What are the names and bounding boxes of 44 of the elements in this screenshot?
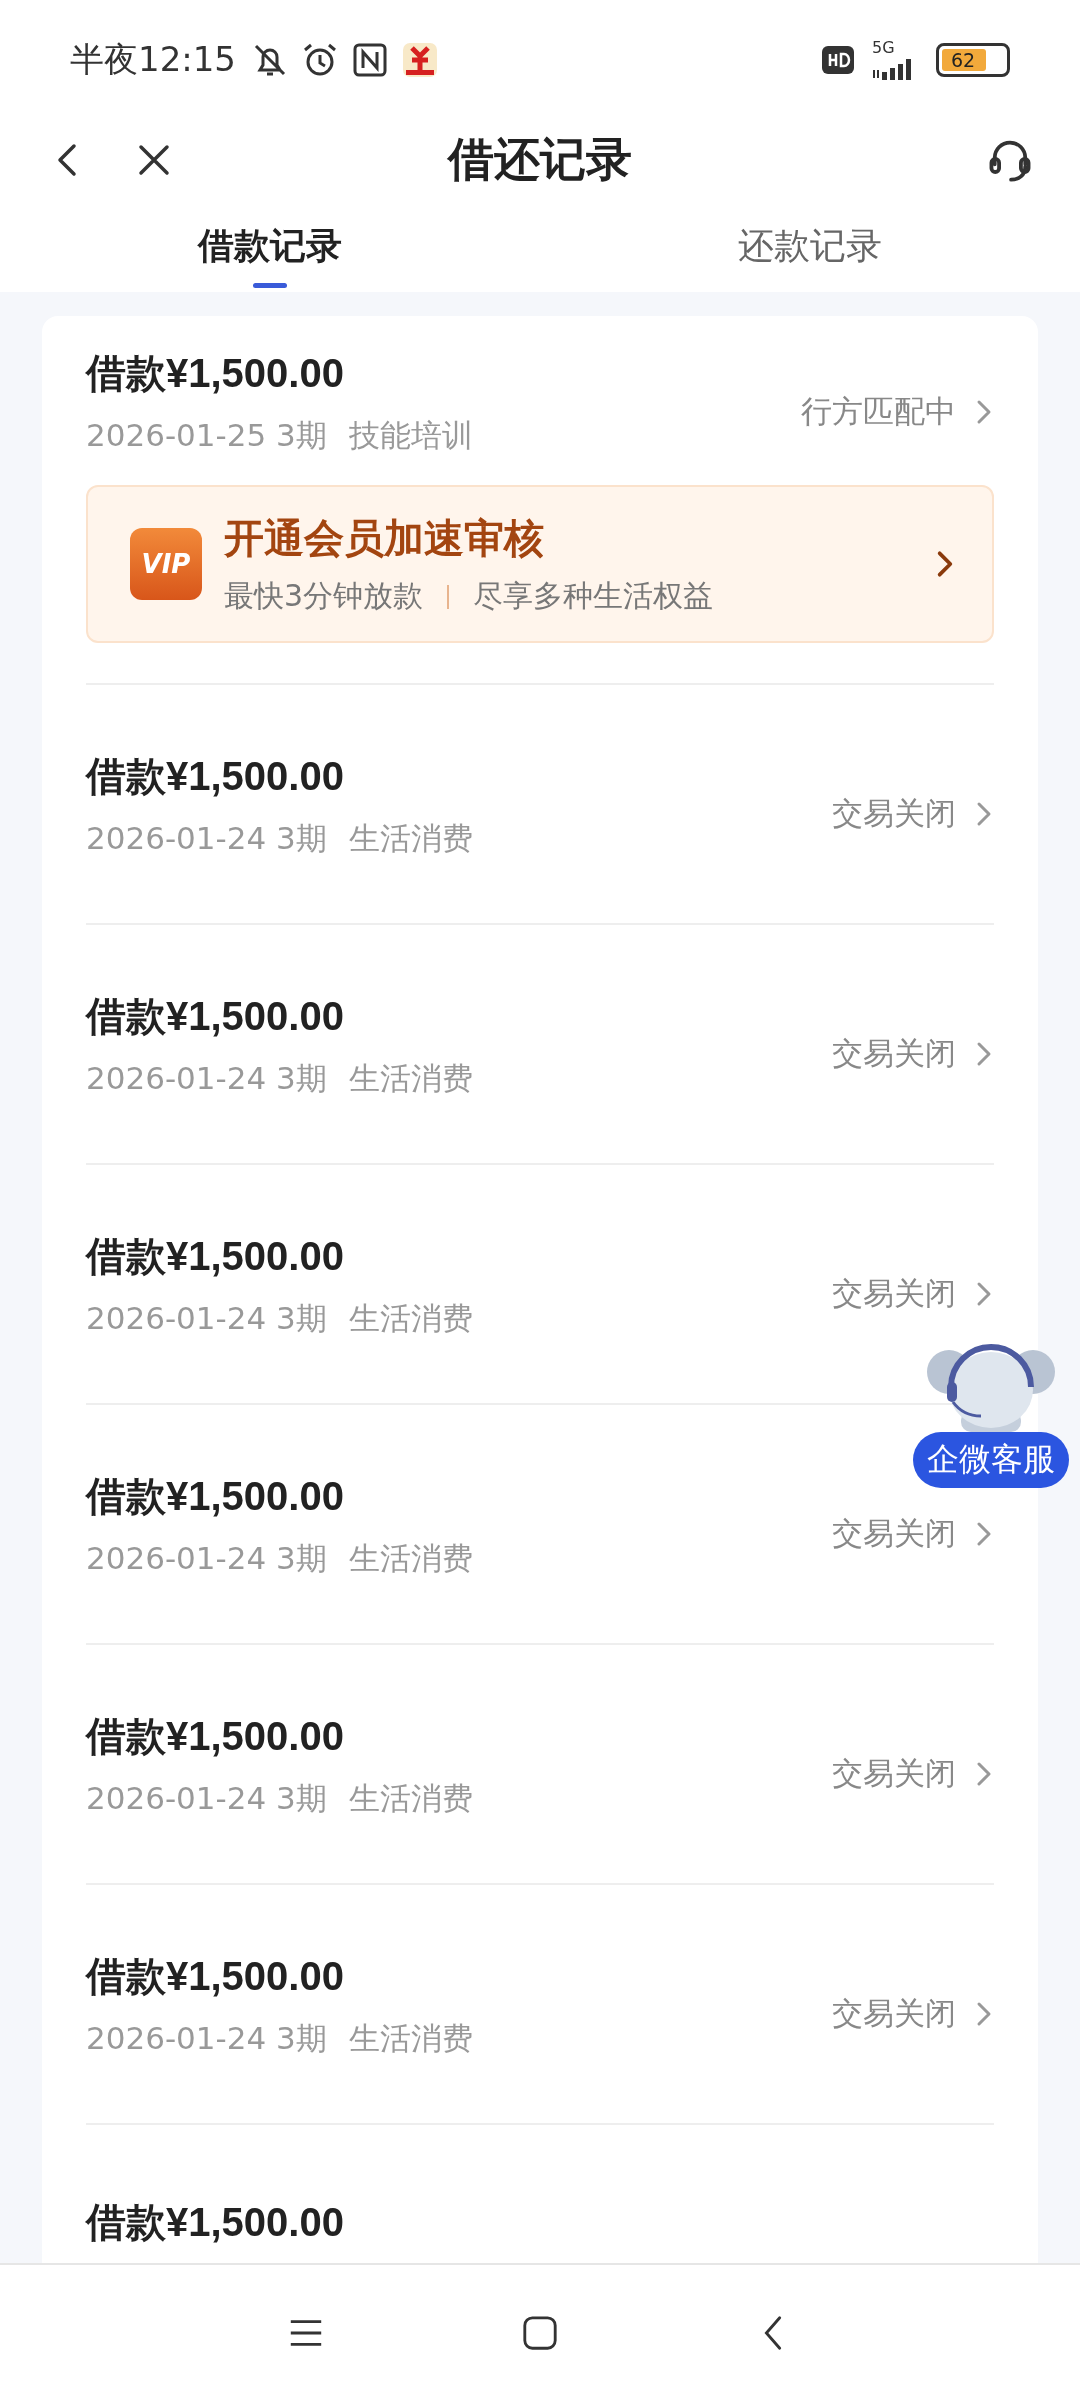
loan-purpose: 生活消费: [348, 1778, 473, 1818]
loan-purpose: 生活消费: [348, 1538, 473, 1578]
loan-date: 2026-01-25 3期: [86, 416, 327, 455]
loan-status[interactable]: 交易关闭: [832, 793, 956, 835]
loan-amount: 借款¥1,500.00: [86, 1472, 345, 1520]
loan-amount: 借款¥1,500.00: [86, 1952, 345, 2000]
loan-status[interactable]: 交易关闭: [832, 1753, 956, 1795]
page-title: 借还记录: [448, 131, 632, 188]
status-time: 半夜12:15: [70, 38, 236, 81]
promo-benefit: 尽享多种生活权益: [473, 577, 714, 615]
loan-amount: 借款¥1,500.00: [86, 752, 345, 800]
loan-purpose: 生活消费: [348, 2018, 473, 2058]
hd-icon: [822, 46, 854, 74]
tab[interactable]: 借款记录: [198, 221, 342, 271]
tab[interactable]: 还款记录: [738, 221, 882, 271]
battery-icon: 62: [936, 43, 1010, 77]
loan-amount: 借款¥1,500.00: [86, 992, 345, 1040]
loan-purpose: 生活消费: [348, 1058, 473, 1098]
network-label: 5G: [872, 40, 895, 56]
loan-amount: 借款¥1,500.00: [86, 2199, 344, 2246]
loan-purpose: 生活消费: [348, 818, 473, 858]
vip-banner[interactable]: VIP 开通会员加速审核 最快3分钟放款 尽享多种生活权益: [86, 485, 994, 643]
loan-status[interactable]: 交易关闭: [832, 1033, 956, 1075]
loan-date: 2026-01-24 3期: [86, 1538, 327, 1578]
promo-subtitle: 最快3分钟放款: [224, 577, 424, 615]
loan-status[interactable]: 交易关闭: [832, 1513, 956, 1555]
app-notification-icon: [400, 40, 440, 80]
loan-date: 2026-01-24 3期: [86, 818, 327, 858]
service-button[interactable]: 企微客服: [913, 1432, 1069, 1488]
promo-title: 开通会员加速审核: [224, 514, 545, 563]
loan-purpose: 技能培训: [348, 416, 473, 455]
loan-status[interactable]: 交易关闭: [832, 1993, 956, 2035]
loan-date: 2026-01-24 3期: [86, 2018, 327, 2058]
loan-date: 2026-01-24 3期: [86, 1058, 327, 1098]
loan-date: 2026-01-24 3期: [86, 1778, 327, 1818]
loan-purpose: 生活消费: [348, 1298, 473, 1338]
home-icon[interactable]: [521, 2313, 559, 2352]
loan-status[interactable]: 交易关闭: [832, 1273, 956, 1315]
loan-amount: 借款¥1,500.00: [86, 1712, 345, 1760]
loan-date: 2026-01-24 3期: [86, 1298, 327, 1338]
loan-status[interactable]: 行方匹配中: [801, 390, 956, 433]
vip-badge: VIP: [130, 528, 202, 600]
loan-amount: 借款¥1,500.00: [86, 350, 345, 397]
loan-amount: 借款¥1,500.00: [86, 1232, 345, 1280]
